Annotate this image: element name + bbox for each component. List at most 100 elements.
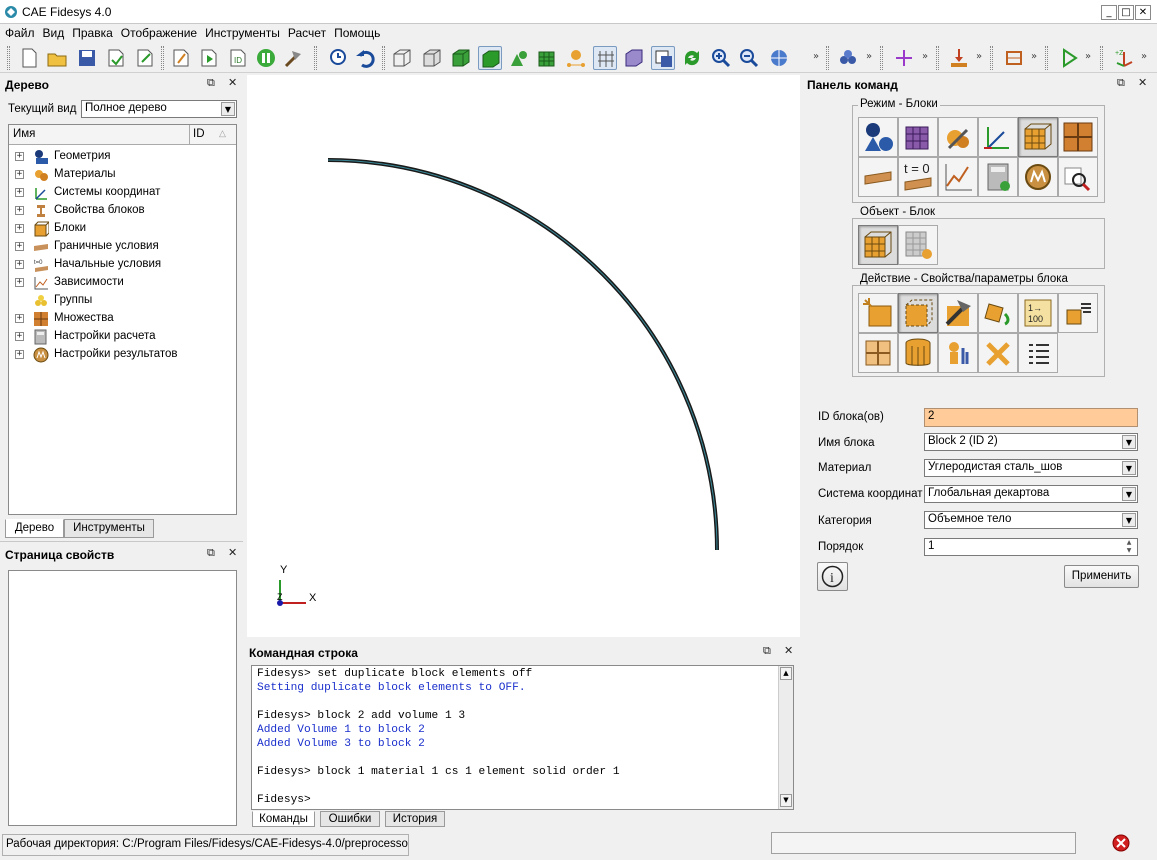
tree-item-sets[interactable]: + Множества: [9, 310, 236, 328]
hidden-line-view-icon[interactable]: [420, 46, 444, 70]
mode-materials-button[interactable]: [938, 117, 978, 157]
mode-results-button[interactable]: [1018, 157, 1058, 197]
mode-dependencies-button[interactable]: [938, 157, 978, 197]
tree-item-block-properties[interactable]: + Свойства блоков: [9, 202, 236, 220]
mode-blocks-button[interactable]: [1018, 117, 1058, 157]
mode-initial-button[interactable]: t = 0: [898, 157, 938, 197]
axes-orient-icon[interactable]: +Z: [1112, 46, 1136, 70]
expand-icon[interactable]: +: [15, 242, 24, 251]
toolbar-more-button[interactable]: »: [1141, 51, 1151, 62]
settings-tools-icon[interactable]: [282, 46, 306, 70]
spin-down-icon[interactable]: ▼: [1122, 547, 1136, 555]
maximize-button[interactable]: □: [1118, 5, 1134, 20]
toolbar-more-button[interactable]: »: [976, 51, 986, 62]
toolbar-more-button[interactable]: »: [1085, 51, 1095, 62]
view-select[interactable]: Полное дерево ▼: [81, 100, 237, 118]
transparent-view-icon[interactable]: [622, 46, 646, 70]
undock-icon[interactable]: ⧉: [207, 76, 215, 90]
close-window-button[interactable]: ✕: [1135, 5, 1151, 20]
import-icon[interactable]: [104, 46, 128, 70]
action-renumber-button[interactable]: 1→ 100: [1018, 293, 1058, 333]
undock-icon[interactable]: ⧉: [1117, 76, 1125, 90]
group-icon[interactable]: [836, 46, 860, 70]
spin-up-icon[interactable]: ▲: [1122, 539, 1136, 547]
scroll-down-icon[interactable]: ▼: [780, 794, 792, 807]
node-view-icon[interactable]: [564, 46, 588, 70]
graphics-viewport[interactable]: Y X Z: [247, 75, 800, 637]
action-attributes-button[interactable]: [938, 333, 978, 373]
tab-tree[interactable]: Дерево: [5, 519, 64, 538]
menu-calculation[interactable]: Расчет: [283, 24, 329, 40]
tab-commands[interactable]: Команды: [252, 811, 315, 827]
menu-view[interactable]: Вид: [38, 24, 68, 40]
mode-calc-settings-button[interactable]: [978, 157, 1018, 197]
tree-item-dependencies[interactable]: + Зависимости: [9, 274, 236, 292]
cs-select[interactable]: Глобальная декартова ▼: [924, 485, 1138, 503]
shaded-view-icon[interactable]: [449, 46, 473, 70]
mode-mesh-button[interactable]: [898, 117, 938, 157]
action-list-block-button[interactable]: [1058, 293, 1098, 333]
crosshair-icon[interactable]: [892, 46, 916, 70]
mode-sets-button[interactable]: [1058, 117, 1098, 157]
tree-item-calc-settings[interactable]: + Настройки расчета: [9, 328, 236, 346]
pause-icon[interactable]: [254, 46, 278, 70]
tab-errors[interactable]: Ошибки: [320, 811, 380, 827]
mesh-view-icon[interactable]: [535, 46, 559, 70]
info-button[interactable]: i: [817, 562, 848, 591]
column-id[interactable]: ID: [193, 128, 205, 140]
menu-tools[interactable]: Инструменты: [200, 24, 283, 40]
expand-icon[interactable]: +: [15, 206, 24, 215]
menu-edit[interactable]: Правка: [67, 24, 116, 40]
menu-file[interactable]: Файл: [0, 24, 38, 40]
command-output[interactable]: Fidesys> set duplicate block elements of…: [251, 665, 794, 810]
tree-item-initial-conditions[interactable]: + t=0 Начальные условия: [9, 256, 236, 274]
mode-coord-systems-button[interactable]: [978, 117, 1018, 157]
edit-script-icon[interactable]: [169, 46, 193, 70]
close-panel-icon[interactable]: ✕: [228, 76, 237, 89]
tree-item-materials[interactable]: + Материалы: [9, 166, 236, 184]
command-prompt[interactable]: Fidesys>: [257, 793, 777, 807]
close-panel-icon[interactable]: ✕: [784, 644, 793, 657]
mode-geometry-button[interactable]: [858, 117, 898, 157]
grid-view-icon[interactable]: [593, 46, 617, 70]
action-color-block-button[interactable]: [978, 293, 1018, 333]
toolbar-more-button[interactable]: »: [1031, 51, 1041, 62]
scroll-up-icon[interactable]: ▲: [780, 667, 792, 680]
action-list-button[interactable]: [1018, 333, 1058, 373]
action-create-block-button[interactable]: [858, 293, 898, 333]
run-calculation-icon[interactable]: [1057, 46, 1081, 70]
scrollbar[interactable]: ▲ ▼: [778, 666, 793, 809]
action-modify-block-button[interactable]: [898, 293, 938, 333]
close-panel-icon[interactable]: ✕: [228, 546, 237, 559]
menu-help[interactable]: Помощь: [329, 24, 383, 40]
expand-icon[interactable]: +: [15, 188, 24, 197]
action-database-button[interactable]: [898, 333, 938, 373]
mode-analysis-button[interactable]: [1058, 157, 1098, 197]
mesh-frame-icon[interactable]: [1002, 46, 1026, 70]
close-panel-icon[interactable]: ✕: [1138, 76, 1147, 89]
tab-tools[interactable]: Инструменты: [64, 519, 154, 538]
undock-icon[interactable]: ⧉: [763, 644, 771, 658]
run-script-icon[interactable]: [197, 46, 221, 70]
expand-icon[interactable]: +: [15, 278, 24, 287]
tab-history[interactable]: История: [385, 811, 445, 827]
tree-item-result-settings[interactable]: + Настройки результатов: [9, 346, 236, 364]
minimize-button[interactable]: _: [1101, 5, 1117, 20]
globe-rotate-icon[interactable]: [767, 46, 791, 70]
save-icon[interactable]: [75, 46, 99, 70]
export-icon[interactable]: [133, 46, 157, 70]
wireframe-view-icon[interactable]: [390, 46, 414, 70]
tree-item-boundary-conditions[interactable]: + Граничные условия: [9, 238, 236, 256]
category-select[interactable]: Объемное тело ▼: [924, 511, 1138, 529]
mode-boundary-button[interactable]: [858, 157, 898, 197]
open-folder-icon[interactable]: [45, 46, 69, 70]
action-split-block-button[interactable]: [858, 333, 898, 373]
apply-button[interactable]: Применить: [1064, 565, 1139, 588]
toolbar-more-button[interactable]: »: [922, 51, 932, 62]
tree-item-groups[interactable]: Группы: [9, 292, 236, 310]
expand-icon[interactable]: +: [15, 332, 24, 341]
order-spinbox[interactable]: 1 ▲ ▼: [924, 538, 1138, 556]
volume-select-icon[interactable]: [478, 46, 502, 70]
block-id-input[interactable]: 2: [924, 408, 1138, 427]
new-file-icon[interactable]: [17, 46, 41, 70]
